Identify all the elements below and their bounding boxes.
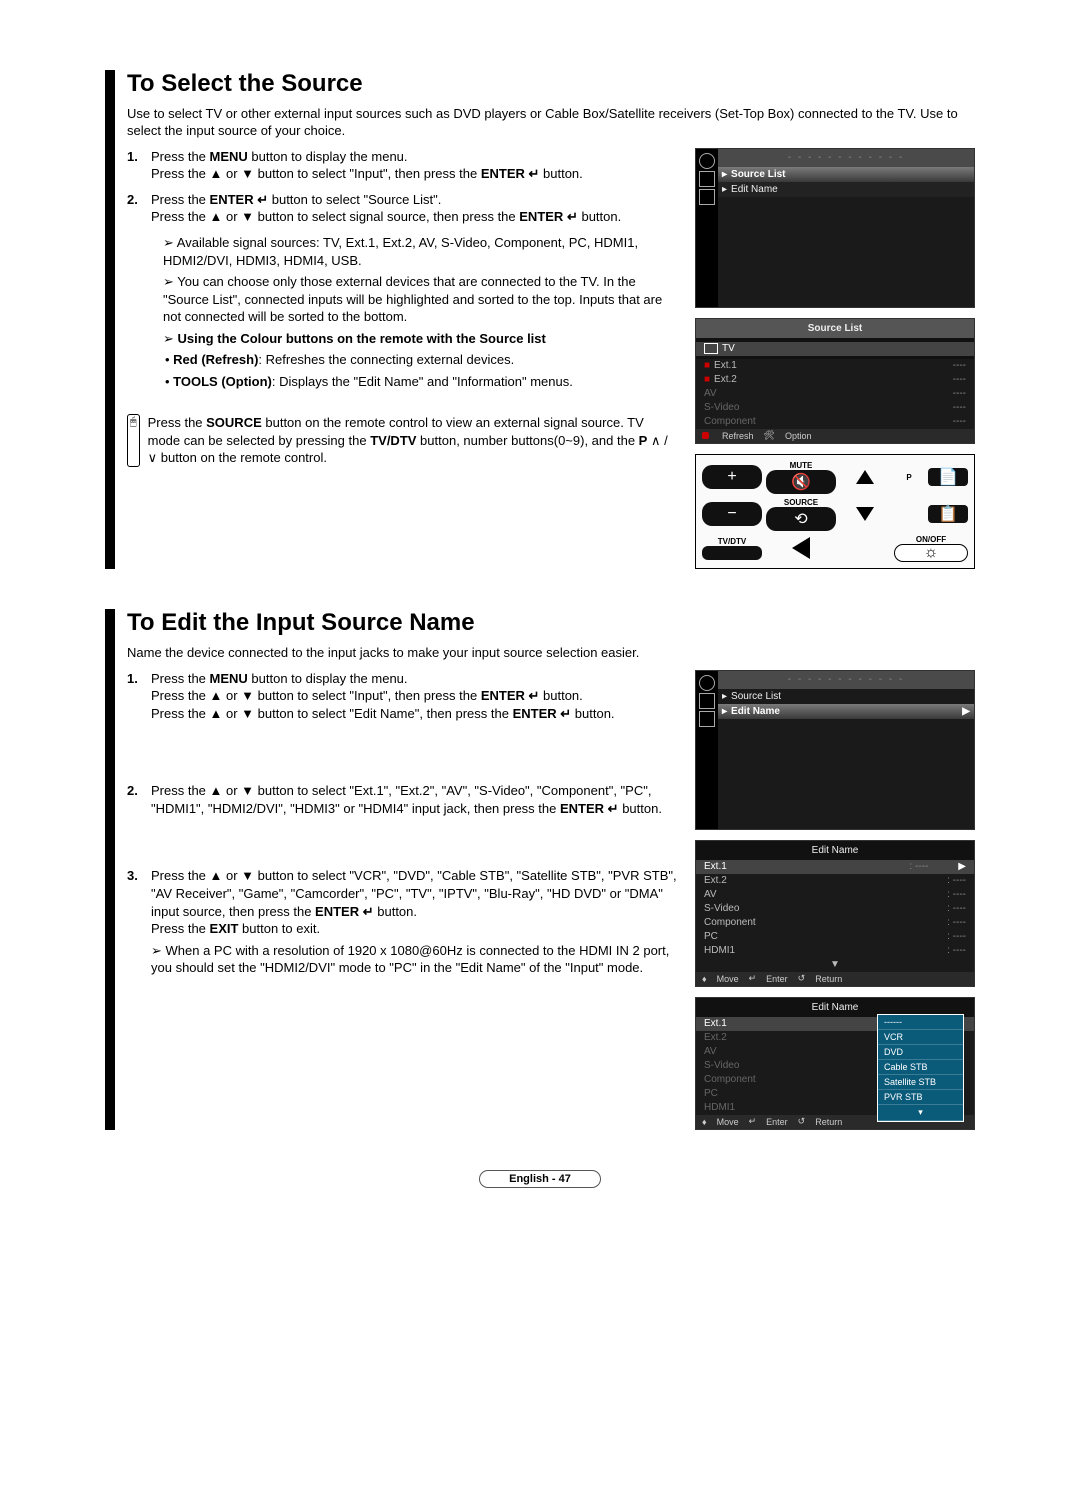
osd-edit-name-list: Edit Name Ext.1: ----▶ Ext.2: ---- AV: -… <box>695 840 975 987</box>
guide-button: 📄 <box>928 468 968 486</box>
step-number: 2. <box>127 782 145 817</box>
remote-note-text: Press the SOURCE button on the remote co… <box>148 414 677 467</box>
enter-icon: ↵ <box>363 904 374 919</box>
enter-icon: ↵ <box>608 801 619 816</box>
enter-icon: ↵ <box>529 166 540 181</box>
chevron-up-icon <box>856 470 874 484</box>
tvdtv-button <box>702 546 762 560</box>
step-number: 2. <box>127 191 145 226</box>
onoff-button: ☼ <box>894 544 968 562</box>
source-button: ⟲ <box>766 507 836 531</box>
note: Available signal sources: TV, Ext.1, Ext… <box>163 234 677 269</box>
step1-body: Press the MENU button to display the men… <box>151 148 677 183</box>
triangle-left-icon <box>792 537 810 559</box>
input-icon <box>699 171 715 187</box>
section1-title: To Select the Source <box>127 70 975 98</box>
remote-hint-icon: 🖱 <box>127 414 140 467</box>
enter-icon: ↵ <box>529 688 540 703</box>
osd-edit-name-dropdown: Edit Name Ext.1 Ext.2 AV S-Video Compone… <box>695 997 975 1130</box>
plus-button: + <box>702 465 762 489</box>
osd-input-menu: - - - - - - - - - - - - ▸ Source List ▸ … <box>695 148 975 308</box>
enter-icon: ↵ <box>567 209 578 224</box>
remote-control-diagram: + MUTE🔇 P 📄 − SOURCE⟲ 📋 TV/DTV ON/OFF☼ <box>695 454 975 569</box>
chevron-down-icon <box>856 507 874 521</box>
list-button: 📋 <box>928 505 968 523</box>
section2-title: To Edit the Input Source Name <box>127 609 975 637</box>
step1-body: Press the MENU button to display the men… <box>151 670 677 723</box>
bullet: Red (Refresh): Refreshes the connecting … <box>165 351 677 369</box>
media-icon <box>699 711 715 727</box>
gear-icon <box>699 675 715 691</box>
media-icon <box>699 189 715 205</box>
enter-icon: ↵ <box>560 706 571 721</box>
section1-intro: Use to select TV or other external input… <box>127 106 975 140</box>
section2-intro: Name the device connected to the input j… <box>127 645 975 662</box>
input-icon <box>699 693 715 709</box>
osd-source-list: Source List TV ■Ext.1---- ■Ext.2---- AV-… <box>695 318 975 444</box>
note: You can choose only those external devic… <box>163 273 677 326</box>
step3-body: Press the ▲ or ▼ button to select "VCR",… <box>151 867 677 980</box>
bullet: TOOLS (Option): Displays the "Edit Name"… <box>165 373 677 391</box>
osd-input-menu-2: - - - - - - - - - - - - ▸ Source List ▸ … <box>695 670 975 830</box>
minus-button: − <box>702 502 762 526</box>
tv-icon <box>704 343 718 354</box>
step-number: 1. <box>127 670 145 723</box>
step-number: 1. <box>127 148 145 183</box>
note: Using the Colour buttons on the remote w… <box>163 330 677 348</box>
step2-body: Press the ▲ or ▼ button to select "Ext.1… <box>151 782 677 817</box>
step2-body: Press the ENTER ↵ button to select "Sour… <box>151 191 677 226</box>
dropdown-list: ------ VCR DVD Cable STB Satellite STB P… <box>877 1014 964 1122</box>
enter-icon: ↵ <box>257 192 268 207</box>
page-footer: English - 47 <box>479 1170 601 1188</box>
step-number: 3. <box>127 867 145 980</box>
gear-icon <box>699 153 715 169</box>
